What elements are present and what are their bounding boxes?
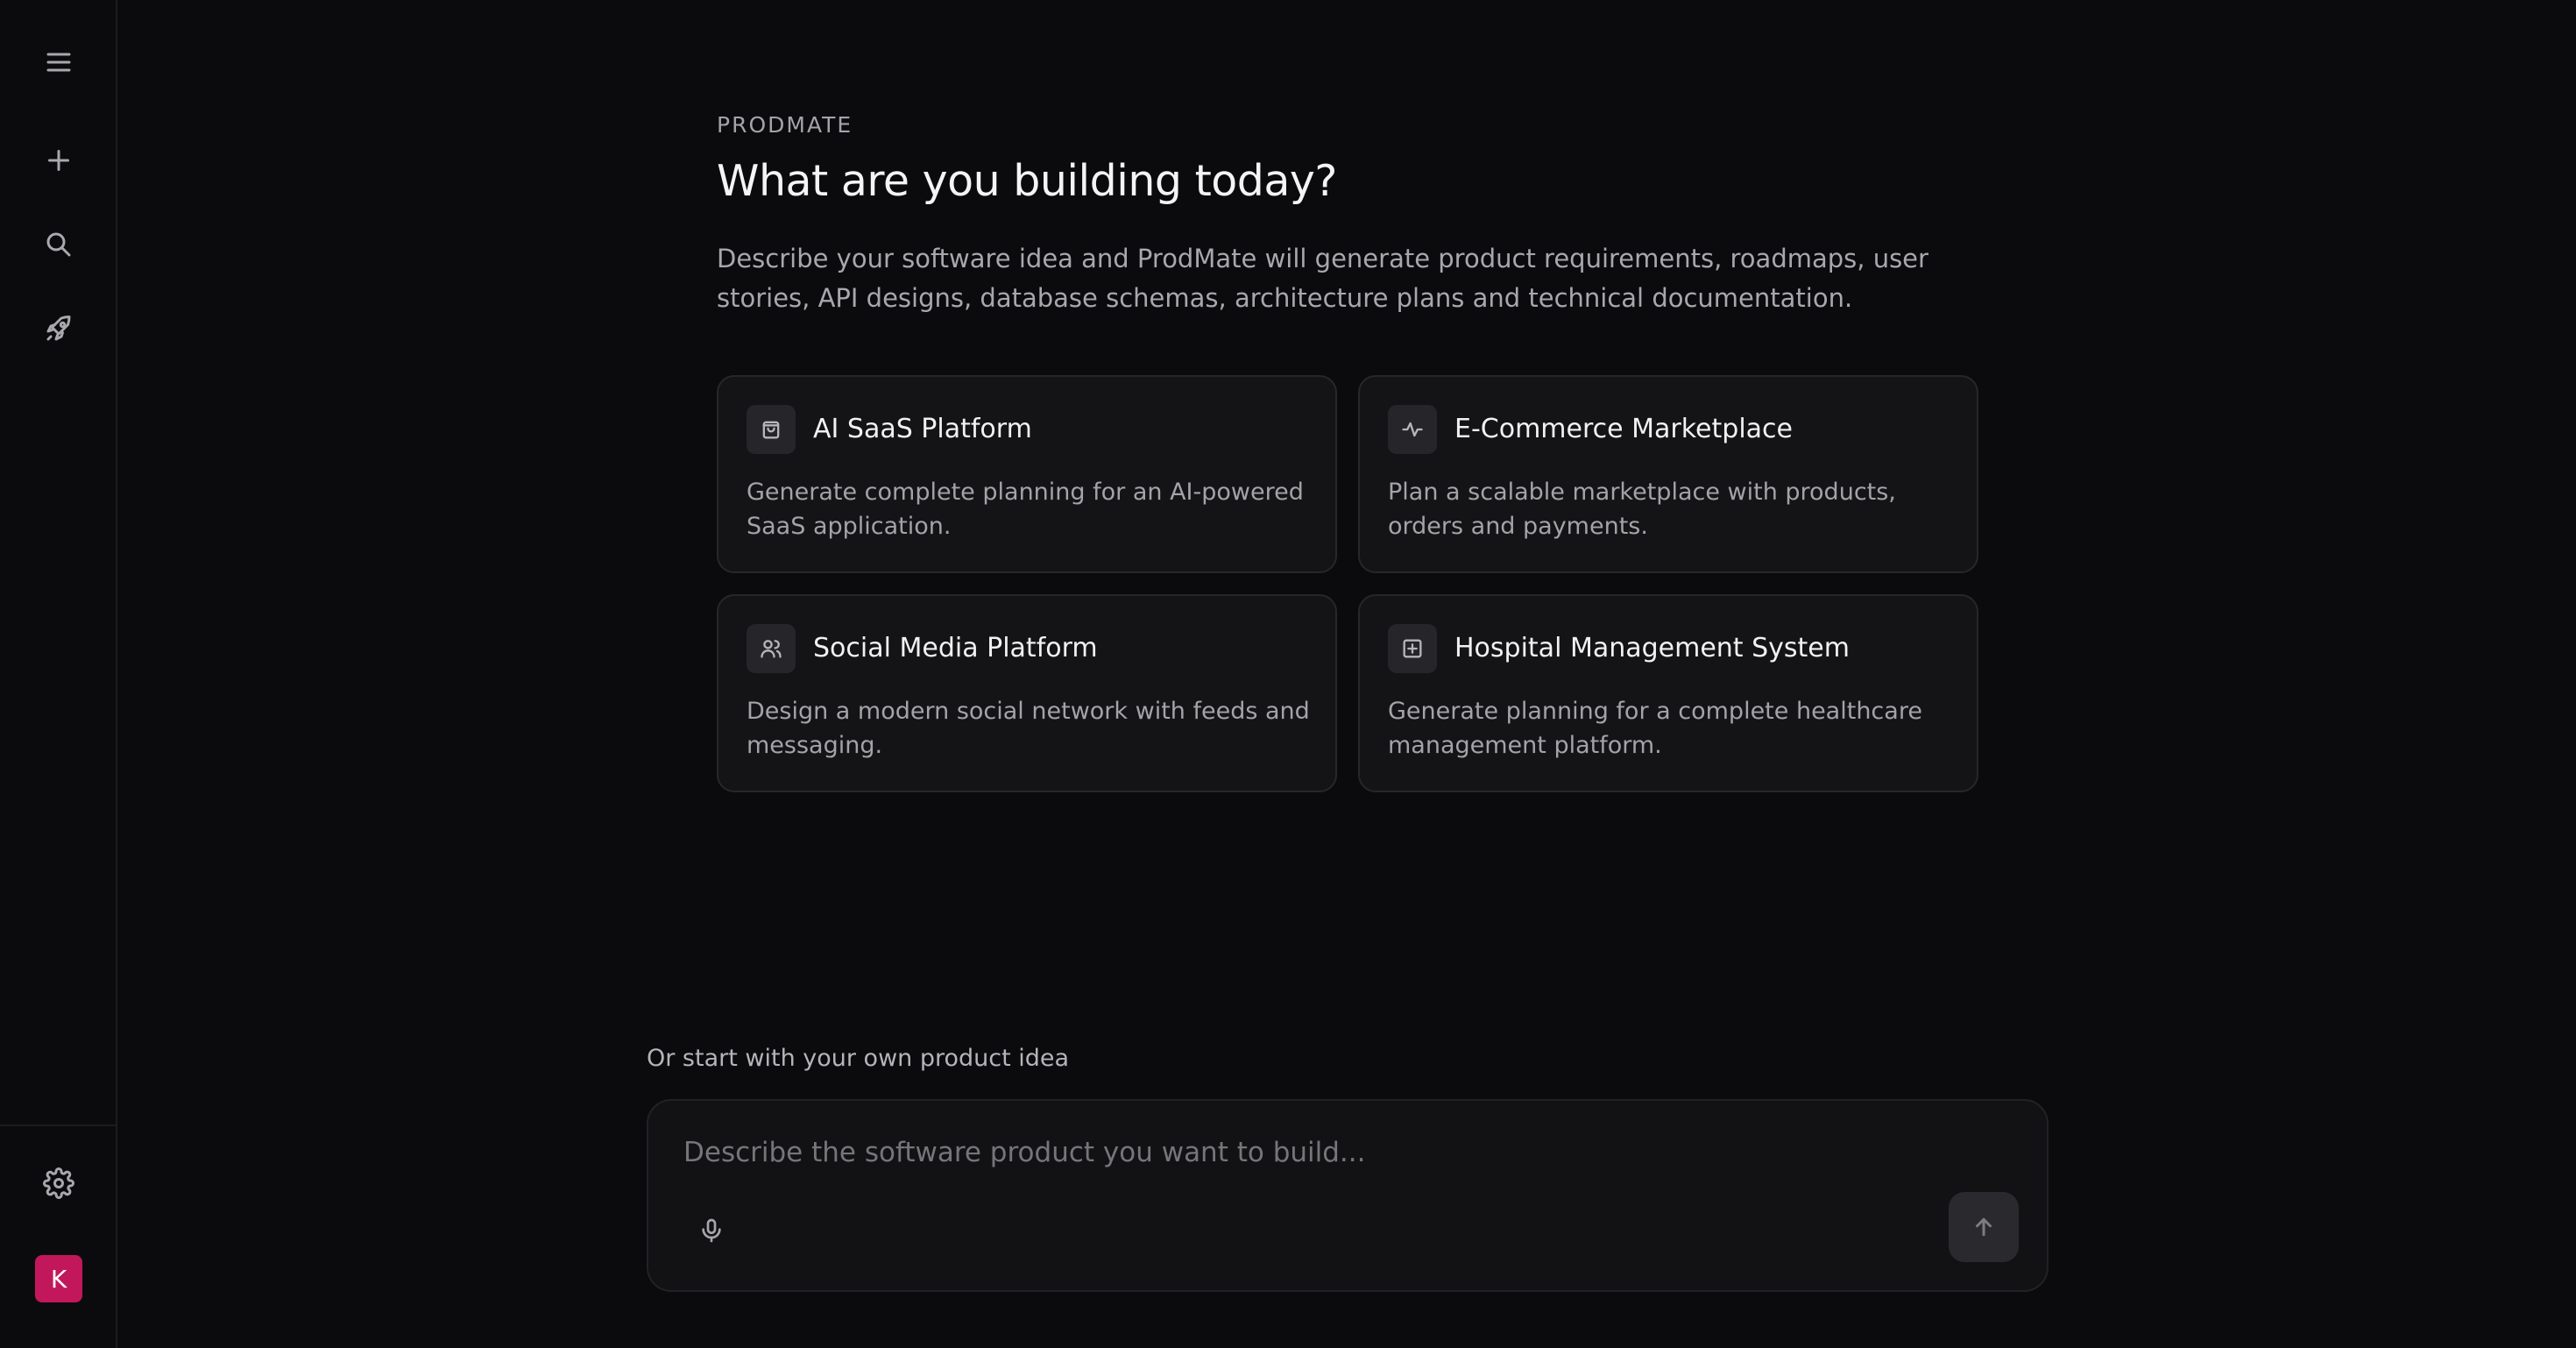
shopping-bag-icon <box>762 421 780 439</box>
activity-icon <box>1402 422 1423 437</box>
card-description: Plan a scalable marketplace with product… <box>1388 479 1896 540</box>
user-avatar[interactable]: K <box>35 1255 82 1302</box>
settings-button[interactable] <box>30 1154 88 1212</box>
card-description: Design a modern social network with feed… <box>747 698 1310 759</box>
composer <box>647 1099 2049 1292</box>
card-title: Hospital Management System <box>1454 633 1850 663</box>
card-icon-container <box>747 405 796 454</box>
plus-icon <box>48 150 69 171</box>
card-title: E-Commerce Marketplace <box>1454 414 1793 444</box>
rocket-button[interactable] <box>30 300 88 358</box>
users-icon <box>761 640 782 658</box>
app-root: K PRODMATE What are you building today? … <box>0 0 2576 1348</box>
card-title: AI SaaS Platform <box>813 414 1032 444</box>
plus-square-icon <box>1403 639 1422 658</box>
template-card-hospital[interactable]: Hospital Management System Generate plan… <box>1358 594 1978 792</box>
template-card-ecommerce[interactable]: E-Commerce Marketplace Plan a scalable m… <box>1358 375 1978 573</box>
card-icon-container <box>747 624 796 673</box>
arrow-up-icon <box>1976 1217 1992 1237</box>
idea-input[interactable] <box>683 1131 1998 1174</box>
page-subtitle: Describe your software idea and ProdMate… <box>717 244 1928 313</box>
page-title: What are you building today? <box>717 156 1337 206</box>
menu-button[interactable] <box>30 33 88 91</box>
sidebar-divider <box>0 1125 117 1126</box>
new-chat-button[interactable] <box>30 131 88 189</box>
microphone-button[interactable] <box>689 1208 734 1253</box>
menu-icon <box>46 53 71 72</box>
card-icon-container <box>1388 405 1437 454</box>
template-card-ai-saas[interactable]: AI SaaS Platform Generate complete plann… <box>717 375 1337 573</box>
send-button[interactable] <box>1949 1192 2019 1262</box>
template-card-social-media[interactable]: Social Media Platform Design a modern so… <box>717 594 1337 792</box>
search-button[interactable] <box>30 216 88 273</box>
composer-label: Or start with your own product idea <box>647 1045 1070 1072</box>
search-icon <box>46 232 71 257</box>
gear-icon <box>43 1167 74 1199</box>
sidebar: K <box>0 0 117 1348</box>
brand-label: PRODMATE <box>717 112 853 138</box>
card-description: Generate complete planning for an AI-pow… <box>747 479 1304 540</box>
card-icon-container <box>1388 624 1437 673</box>
card-title: Social Media Platform <box>813 633 1098 663</box>
card-description: Generate planning for a complete healthc… <box>1388 698 1922 759</box>
microphone-icon <box>702 1218 721 1243</box>
rocket-icon <box>46 316 71 341</box>
